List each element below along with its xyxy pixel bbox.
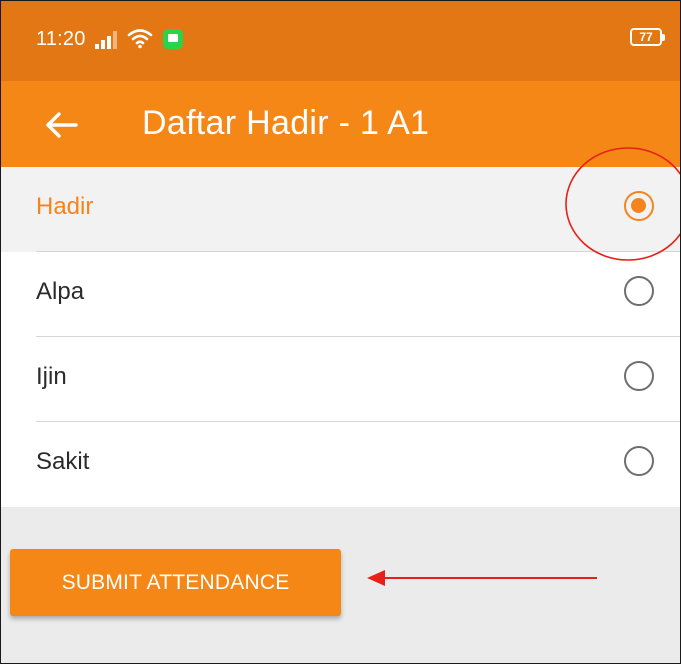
option-hadir[interactable]: Hadir	[1, 167, 680, 252]
option-label: Alpa	[36, 278, 85, 305]
option-alpa[interactable]: Alpa	[1, 252, 680, 337]
arrow-left-icon[interactable]	[41, 105, 81, 145]
submit-attendance-button[interactable]: SUBMIT ATTENDANCE	[10, 549, 341, 616]
option-label: Sakit	[36, 448, 90, 475]
option-label: Ijin	[36, 363, 67, 390]
radio-button[interactable]	[624, 276, 654, 306]
radio-button[interactable]	[624, 446, 654, 476]
status-bar: 11:20 77	[1, 1, 680, 81]
attendance-options: Hadir Alpa Ijin Sakit	[1, 167, 680, 507]
chat-notification-icon	[163, 29, 183, 49]
phone-screen: 11:20 77 Daftar Hadir - 1 A1 Hadir Alpa …	[0, 0, 681, 664]
page-title: Daftar Hadir - 1 A1	[142, 104, 430, 142]
radio-button-selected[interactable]	[624, 191, 654, 221]
radio-button[interactable]	[624, 361, 654, 391]
battery-icon: 77	[630, 28, 665, 46]
app-bar: Daftar Hadir - 1 A1	[1, 81, 680, 167]
annotation-arrow-head	[367, 570, 385, 586]
status-time: 11:20	[36, 28, 86, 50]
status-icons	[95, 27, 183, 49]
option-ijin[interactable]: Ijin	[1, 337, 680, 422]
option-label: Hadir	[36, 193, 94, 220]
wifi-icon	[127, 29, 153, 49]
option-sakit[interactable]: Sakit	[1, 422, 680, 507]
signal-icon	[95, 31, 117, 49]
